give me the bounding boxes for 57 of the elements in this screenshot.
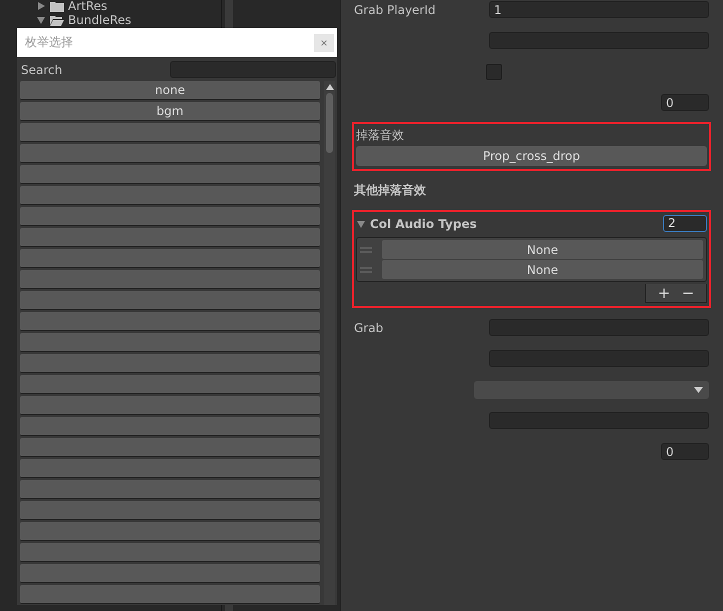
option-button[interactable] [20,564,320,583]
option-button[interactable] [20,354,320,373]
option-button[interactable] [20,396,320,415]
close-button[interactable]: × [314,34,334,52]
popup-title: 枚举选择 [25,34,73,51]
sound-select-button[interactable]: Prop_cross_drop [356,146,707,166]
option-button[interactable] [20,480,320,499]
option-button[interactable]: bgm [20,102,320,121]
option-button[interactable] [20,228,320,247]
list-title[interactable]: Col Audio Types [370,216,477,230]
folder-name[interactable]: BundleRes [68,14,132,26]
field-label: Grab PlayerId [354,2,436,16]
field-label: 掉落音效 [356,127,405,144]
collapsed-arrow-icon[interactable] [36,1,46,11]
option-button[interactable] [20,312,320,331]
option-button[interactable] [20,417,320,436]
option-button[interactable] [20,123,320,142]
caret-icon [694,386,703,392]
option-button[interactable] [20,585,320,604]
drag-handle-icon[interactable] [360,246,372,252]
scroll-up-icon[interactable] [326,84,334,90]
option-button[interactable] [20,375,320,394]
folder-name[interactable]: ArtRes [68,0,108,12]
open-folder-icon [50,14,64,26]
option-button[interactable] [20,186,320,205]
drag-handle-icon[interactable] [360,266,372,272]
option-button[interactable] [20,144,320,163]
search-label: Search [21,62,62,76]
option-button[interactable] [20,438,320,457]
sound-select-button[interactable]: None [382,240,703,259]
option-button[interactable] [20,459,320,478]
remove-button[interactable]: − [676,284,700,302]
section-header: 其他掉落音效 [354,182,426,199]
add-button[interactable]: + [652,284,676,302]
option-button[interactable] [20,270,320,289]
expanded-arrow-icon[interactable] [36,15,46,25]
option-button[interactable]: none [20,81,320,100]
option-button[interactable] [20,291,320,310]
number-field[interactable]: 0 [661,94,709,111]
option-button[interactable] [20,249,320,268]
option-button[interactable] [20,207,320,226]
scroll-thumb[interactable] [326,93,333,153]
expanded-arrow-icon[interactable] [356,218,366,228]
folder-icon [50,0,64,12]
input-field[interactable]: 1 [489,1,709,18]
option-button[interactable] [20,522,320,541]
number-field[interactable]: 0 [661,443,709,460]
sound-select-button[interactable]: None [382,260,703,279]
option-button[interactable] [20,543,320,562]
option-button[interactable] [20,501,320,520]
checkbox[interactable] [486,64,502,80]
option-button[interactable] [20,165,320,184]
size-field[interactable]: 2 [663,215,707,232]
dropdown[interactable] [474,380,709,398]
scrollbar[interactable] [324,81,335,605]
field-label: Grab [354,320,384,334]
option-button[interactable] [20,333,320,352]
